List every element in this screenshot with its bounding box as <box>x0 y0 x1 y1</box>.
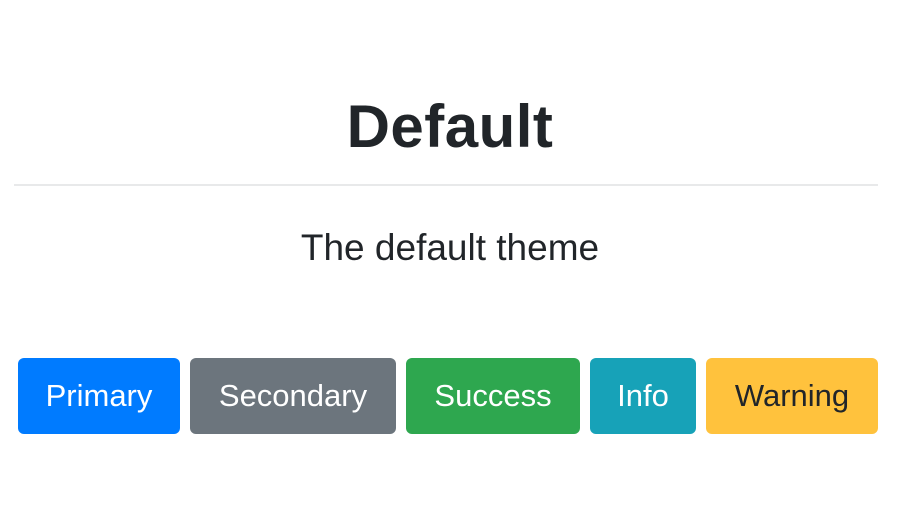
page: Default The default theme Primary Second… <box>0 0 900 520</box>
success-button[interactable]: Success <box>406 358 580 434</box>
primary-button[interactable]: Primary <box>18 358 180 434</box>
info-button[interactable]: Info <box>590 358 696 434</box>
title-divider <box>14 184 878 186</box>
secondary-button[interactable]: Secondary <box>190 358 396 434</box>
button-row: Primary Secondary Success Info Warning <box>18 358 878 434</box>
page-title: Default <box>346 93 554 160</box>
warning-button[interactable]: Warning <box>706 358 878 434</box>
page-subtitle: The default theme <box>300 227 600 268</box>
